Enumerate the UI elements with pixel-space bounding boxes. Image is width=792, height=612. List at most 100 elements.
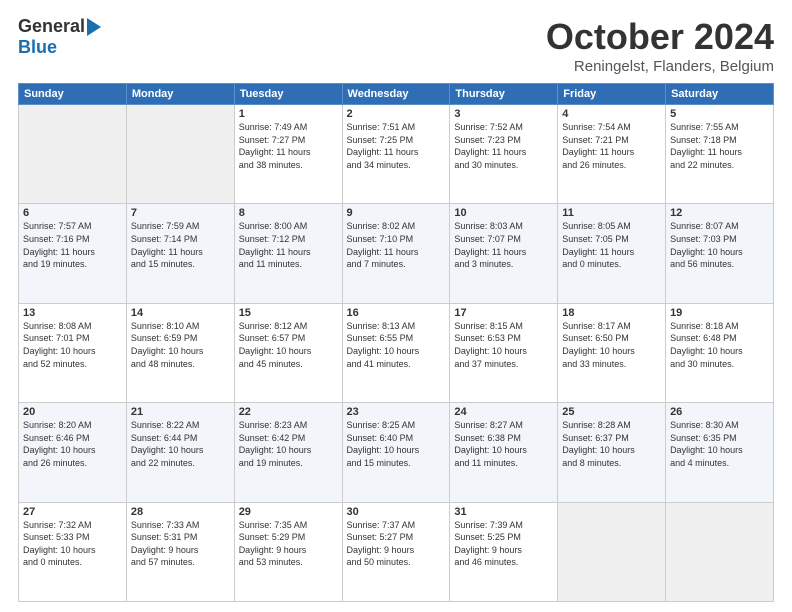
calendar-cell: 5Sunrise: 7:55 AM Sunset: 7:18 PM Daylig… [666, 105, 774, 204]
calendar-cell [126, 105, 234, 204]
calendar-table: Sunday Monday Tuesday Wednesday Thursday… [18, 83, 774, 602]
day-number: 4 [562, 108, 661, 120]
day-number: 12 [670, 207, 769, 219]
header: General Blue October 2024 Reningelst, Fl… [18, 16, 774, 75]
day-number: 8 [239, 207, 338, 219]
calendar-cell [666, 502, 774, 601]
day-number: 17 [454, 307, 553, 319]
logo-general-text: General [18, 16, 85, 37]
header-friday: Friday [558, 84, 666, 105]
day-number: 21 [131, 406, 230, 418]
day-info: Sunrise: 8:03 AM Sunset: 7:07 PM Dayligh… [454, 220, 553, 270]
day-info: Sunrise: 7:51 AM Sunset: 7:25 PM Dayligh… [347, 121, 446, 171]
day-info: Sunrise: 7:35 AM Sunset: 5:29 PM Dayligh… [239, 519, 338, 569]
day-info: Sunrise: 8:10 AM Sunset: 6:59 PM Dayligh… [131, 320, 230, 370]
calendar-week-2: 6Sunrise: 7:57 AM Sunset: 7:16 PM Daylig… [19, 204, 774, 303]
day-info: Sunrise: 7:54 AM Sunset: 7:21 PM Dayligh… [562, 121, 661, 171]
day-number: 7 [131, 207, 230, 219]
month-title: October 2024 [546, 16, 774, 58]
header-saturday: Saturday [666, 84, 774, 105]
day-number: 11 [562, 207, 661, 219]
calendar-header-row: Sunday Monday Tuesday Wednesday Thursday… [19, 84, 774, 105]
header-sunday: Sunday [19, 84, 127, 105]
day-number: 29 [239, 506, 338, 518]
day-number: 26 [670, 406, 769, 418]
day-info: Sunrise: 7:59 AM Sunset: 7:14 PM Dayligh… [131, 220, 230, 270]
calendar-cell: 24Sunrise: 8:27 AM Sunset: 6:38 PM Dayli… [450, 403, 558, 502]
calendar-cell [19, 105, 127, 204]
day-info: Sunrise: 7:33 AM Sunset: 5:31 PM Dayligh… [131, 519, 230, 569]
day-info: Sunrise: 7:52 AM Sunset: 7:23 PM Dayligh… [454, 121, 553, 171]
calendar-cell: 14Sunrise: 8:10 AM Sunset: 6:59 PM Dayli… [126, 303, 234, 402]
day-number: 10 [454, 207, 553, 219]
day-info: Sunrise: 8:00 AM Sunset: 7:12 PM Dayligh… [239, 220, 338, 270]
calendar-cell: 29Sunrise: 7:35 AM Sunset: 5:29 PM Dayli… [234, 502, 342, 601]
day-info: Sunrise: 8:13 AM Sunset: 6:55 PM Dayligh… [347, 320, 446, 370]
calendar-cell: 19Sunrise: 8:18 AM Sunset: 6:48 PM Dayli… [666, 303, 774, 402]
calendar-cell: 1Sunrise: 7:49 AM Sunset: 7:27 PM Daylig… [234, 105, 342, 204]
calendar-cell: 10Sunrise: 8:03 AM Sunset: 7:07 PM Dayli… [450, 204, 558, 303]
day-info: Sunrise: 8:07 AM Sunset: 7:03 PM Dayligh… [670, 220, 769, 270]
day-info: Sunrise: 8:12 AM Sunset: 6:57 PM Dayligh… [239, 320, 338, 370]
calendar-cell: 27Sunrise: 7:32 AM Sunset: 5:33 PM Dayli… [19, 502, 127, 601]
calendar-cell: 31Sunrise: 7:39 AM Sunset: 5:25 PM Dayli… [450, 502, 558, 601]
calendar-cell: 22Sunrise: 8:23 AM Sunset: 6:42 PM Dayli… [234, 403, 342, 502]
calendar-cell: 21Sunrise: 8:22 AM Sunset: 6:44 PM Dayli… [126, 403, 234, 502]
calendar-cell: 23Sunrise: 8:25 AM Sunset: 6:40 PM Dayli… [342, 403, 450, 502]
day-info: Sunrise: 8:28 AM Sunset: 6:37 PM Dayligh… [562, 419, 661, 469]
calendar-cell: 12Sunrise: 8:07 AM Sunset: 7:03 PM Dayli… [666, 204, 774, 303]
calendar-cell: 16Sunrise: 8:13 AM Sunset: 6:55 PM Dayli… [342, 303, 450, 402]
calendar-cell: 17Sunrise: 8:15 AM Sunset: 6:53 PM Dayli… [450, 303, 558, 402]
day-number: 25 [562, 406, 661, 418]
day-number: 30 [347, 506, 446, 518]
day-number: 23 [347, 406, 446, 418]
day-info: Sunrise: 8:30 AM Sunset: 6:35 PM Dayligh… [670, 419, 769, 469]
header-tuesday: Tuesday [234, 84, 342, 105]
calendar-cell: 11Sunrise: 8:05 AM Sunset: 7:05 PM Dayli… [558, 204, 666, 303]
day-info: Sunrise: 7:39 AM Sunset: 5:25 PM Dayligh… [454, 519, 553, 569]
calendar-cell: 9Sunrise: 8:02 AM Sunset: 7:10 PM Daylig… [342, 204, 450, 303]
day-info: Sunrise: 8:08 AM Sunset: 7:01 PM Dayligh… [23, 320, 122, 370]
calendar-cell: 18Sunrise: 8:17 AM Sunset: 6:50 PM Dayli… [558, 303, 666, 402]
day-number: 24 [454, 406, 553, 418]
location: Reningelst, Flanders, Belgium [546, 58, 774, 75]
header-monday: Monday [126, 84, 234, 105]
calendar-cell: 8Sunrise: 8:00 AM Sunset: 7:12 PM Daylig… [234, 204, 342, 303]
calendar-week-3: 13Sunrise: 8:08 AM Sunset: 7:01 PM Dayli… [19, 303, 774, 402]
day-info: Sunrise: 8:15 AM Sunset: 6:53 PM Dayligh… [454, 320, 553, 370]
calendar-cell [558, 502, 666, 601]
day-number: 13 [23, 307, 122, 319]
day-info: Sunrise: 7:49 AM Sunset: 7:27 PM Dayligh… [239, 121, 338, 171]
calendar-cell: 2Sunrise: 7:51 AM Sunset: 7:25 PM Daylig… [342, 105, 450, 204]
day-info: Sunrise: 7:57 AM Sunset: 7:16 PM Dayligh… [23, 220, 122, 270]
day-info: Sunrise: 7:32 AM Sunset: 5:33 PM Dayligh… [23, 519, 122, 569]
calendar-cell: 30Sunrise: 7:37 AM Sunset: 5:27 PM Dayli… [342, 502, 450, 601]
header-thursday: Thursday [450, 84, 558, 105]
day-info: Sunrise: 8:18 AM Sunset: 6:48 PM Dayligh… [670, 320, 769, 370]
calendar-cell: 20Sunrise: 8:20 AM Sunset: 6:46 PM Dayli… [19, 403, 127, 502]
day-info: Sunrise: 7:55 AM Sunset: 7:18 PM Dayligh… [670, 121, 769, 171]
logo: General Blue [18, 16, 101, 58]
day-number: 27 [23, 506, 122, 518]
day-number: 16 [347, 307, 446, 319]
calendar-cell: 7Sunrise: 7:59 AM Sunset: 7:14 PM Daylig… [126, 204, 234, 303]
day-info: Sunrise: 8:05 AM Sunset: 7:05 PM Dayligh… [562, 220, 661, 270]
logo-blue-text: Blue [18, 37, 57, 58]
day-number: 5 [670, 108, 769, 120]
logo-text: General [18, 16, 101, 37]
day-info: Sunrise: 8:25 AM Sunset: 6:40 PM Dayligh… [347, 419, 446, 469]
day-number: 22 [239, 406, 338, 418]
day-number: 31 [454, 506, 553, 518]
day-number: 15 [239, 307, 338, 319]
page: General Blue October 2024 Reningelst, Fl… [0, 0, 792, 612]
calendar-cell: 6Sunrise: 7:57 AM Sunset: 7:16 PM Daylig… [19, 204, 127, 303]
calendar-week-4: 20Sunrise: 8:20 AM Sunset: 6:46 PM Dayli… [19, 403, 774, 502]
day-number: 18 [562, 307, 661, 319]
day-number: 1 [239, 108, 338, 120]
day-number: 3 [454, 108, 553, 120]
day-info: Sunrise: 8:27 AM Sunset: 6:38 PM Dayligh… [454, 419, 553, 469]
day-info: Sunrise: 8:17 AM Sunset: 6:50 PM Dayligh… [562, 320, 661, 370]
title-section: October 2024 Reningelst, Flanders, Belgi… [546, 16, 774, 75]
day-number: 6 [23, 207, 122, 219]
logo-arrow-icon [87, 18, 101, 36]
